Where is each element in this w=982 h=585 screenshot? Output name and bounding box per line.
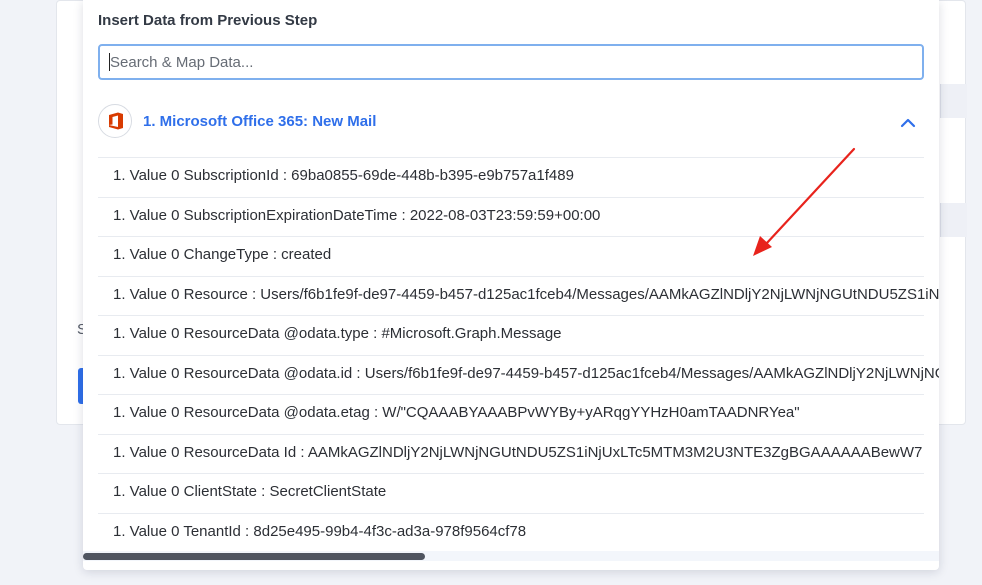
list-item[interactable]: 1. Value 0 ResourceData @odata.type : #M… — [98, 315, 924, 355]
list-item[interactable]: 1. Value 0 SubscriptionExpirationDateTim… — [98, 196, 924, 237]
text-cursor — [109, 53, 110, 71]
list-item[interactable]: 1. Value 0 ResourceData Id : AAMkAGZlNDl… — [98, 433, 924, 474]
office-365-icon — [98, 104, 132, 138]
list-item[interactable]: 1. Value 0 ResourceData @odata.id : User… — [98, 354, 939, 395]
app-step-header[interactable]: 1. Microsoft Office 365: New Mail — [98, 102, 924, 142]
list-item[interactable]: 1. Value 0 ClientState : SecretClientSta… — [98, 473, 924, 513]
background-side-panel — [940, 84, 967, 118]
list-item[interactable]: 1. Value 0 Resource : Users/f6b1fe9f-de9… — [98, 275, 939, 316]
data-field-list: 1. Value 0 SubscriptionId : 69ba0855-69d… — [98, 157, 939, 553]
app-step-name: 1. Microsoft Office 365: New Mail — [143, 113, 377, 130]
list-item[interactable]: 1. Value 0 ChangeType : created — [98, 236, 924, 276]
horizontal-scrollbar[interactable] — [83, 551, 939, 561]
scrollbar-thumb[interactable] — [83, 553, 425, 560]
background-side-panel — [940, 203, 967, 237]
list-item[interactable]: 1. Value 0 ResourceData @odata.etag : W/… — [98, 394, 924, 434]
chevron-up-icon[interactable] — [900, 116, 916, 130]
list-item[interactable]: 1. Value 0 SubscriptionId : 69ba0855-69d… — [98, 157, 924, 197]
insert-data-panel: Insert Data from Previous Step 1. Micros… — [83, 0, 939, 570]
search-input[interactable] — [98, 44, 924, 80]
panel-title: Insert Data from Previous Step — [98, 12, 318, 29]
list-item[interactable]: 1. Value 0 TenantId : 8d25e495-99b4-4f3c… — [98, 512, 924, 553]
